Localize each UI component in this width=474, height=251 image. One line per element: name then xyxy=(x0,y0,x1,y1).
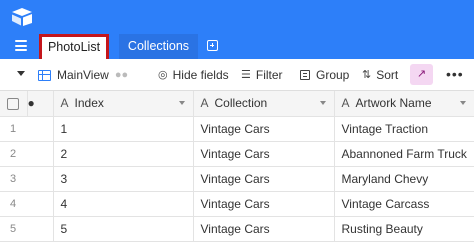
select-all-checkbox[interactable] xyxy=(7,98,19,111)
hamburger-menu-icon[interactable] xyxy=(15,40,27,51)
view-name-button[interactable]: MainView ●● xyxy=(38,59,128,91)
view-switcher-caret-icon[interactable] xyxy=(17,71,25,76)
artwork-name-cell[interactable]: Abannoned Farm Truck xyxy=(334,141,474,167)
artwork-name-cell[interactable]: Maryland Chevy xyxy=(334,166,474,192)
column-menu-chevron-icon[interactable] xyxy=(319,101,326,106)
table-tab-bar: PhotoList Collections xyxy=(0,33,474,62)
text-field-icon: A xyxy=(200,96,209,111)
table-row[interactable]: 4 4 Vintage Cars Vintage Carcass xyxy=(0,191,474,217)
top-app-bar xyxy=(0,0,474,33)
tab-collections[interactable]: Collections xyxy=(119,34,198,59)
column-menu-chevron-icon[interactable] xyxy=(459,101,466,106)
table-row[interactable]: 5 5 Vintage Cars Rusting Beauty xyxy=(0,216,474,242)
index-cell[interactable]: 3 xyxy=(53,166,194,192)
airtable-logo-icon[interactable] xyxy=(11,7,33,26)
artwork-name-cell[interactable]: Vintage Carcass xyxy=(334,191,474,217)
grid-view-icon xyxy=(38,69,51,81)
filter-icon: ☰ xyxy=(241,69,251,81)
column-menu-chevron-icon[interactable] xyxy=(178,101,185,106)
add-table-icon[interactable] xyxy=(207,40,218,51)
row-number: 1 xyxy=(0,116,54,142)
artwork-name-cell[interactable]: Rusting Beauty xyxy=(334,216,474,242)
sort-icon: ⇅ xyxy=(362,69,372,81)
sort-button[interactable]: ⇅ Sort xyxy=(362,59,398,91)
eye-slash-icon: ◎ xyxy=(158,69,168,81)
collection-cell[interactable]: Vintage Cars xyxy=(193,116,335,142)
text-field-icon: A xyxy=(60,96,69,111)
view-name-label: MainView xyxy=(57,68,109,82)
collection-cell[interactable]: Vintage Cars xyxy=(193,191,335,217)
header-row: ● A Index A Collection A Artwork Name xyxy=(0,91,474,117)
index-cell[interactable]: 4 xyxy=(53,191,194,217)
collection-cell[interactable]: Vintage Cars xyxy=(193,216,335,242)
lock-icon: ● xyxy=(27,91,54,117)
text-field-icon: A xyxy=(341,96,350,111)
column-header-collection[interactable]: A Collection xyxy=(193,91,335,117)
index-cell[interactable]: 2 xyxy=(53,141,194,167)
sort-label: Sort xyxy=(376,68,399,82)
share-arrow-icon: ↗ xyxy=(416,68,427,80)
hide-fields-button[interactable]: ◎ Hide fields xyxy=(158,59,229,91)
row-number: 3 xyxy=(0,166,54,192)
view-toolbar: MainView ●● ◎ Hide fields ☰ Filter Group… xyxy=(0,59,474,91)
table-row[interactable]: 3 3 Vintage Cars Maryland Chevy xyxy=(0,166,474,192)
index-cell[interactable]: 1 xyxy=(53,116,194,142)
row-number: 2 xyxy=(0,141,54,167)
group-icon xyxy=(300,70,310,80)
column-header-artwork-name[interactable]: A Artwork Name xyxy=(334,91,474,117)
artwork-name-cell[interactable]: Vintage Traction xyxy=(334,116,474,142)
collection-cell[interactable]: Vintage Cars xyxy=(193,141,335,167)
row-number: 4 xyxy=(0,191,54,217)
table-row[interactable]: 1 1 Vintage Cars Vintage Traction xyxy=(0,116,474,142)
group-label: Group xyxy=(316,68,350,82)
column-label: Index xyxy=(74,96,104,111)
row-number: 5 xyxy=(0,216,54,242)
hide-fields-label: Hide fields xyxy=(172,68,229,82)
table-row[interactable]: 2 2 Vintage Cars Abannoned Farm Truck xyxy=(0,141,474,167)
column-header-index[interactable]: A Index xyxy=(53,91,194,117)
index-cell[interactable]: 5 xyxy=(53,216,194,242)
select-all-cell[interactable] xyxy=(0,91,28,117)
group-button[interactable]: Group xyxy=(300,59,349,91)
filter-button[interactable]: ☰ Filter xyxy=(241,59,283,91)
collaborators-icon[interactable]: ●● xyxy=(115,59,128,91)
records-grid: ● A Index A Collection A Artwork Name 1 … xyxy=(0,91,474,242)
tab-collections-label: Collections xyxy=(127,39,190,53)
more-options-icon[interactable]: ••• xyxy=(446,59,464,89)
column-label: Collection xyxy=(214,96,268,111)
column-label: Artwork Name xyxy=(355,96,432,111)
collection-cell[interactable]: Vintage Cars xyxy=(193,166,335,192)
share-view-button[interactable]: ↗ xyxy=(410,64,433,85)
filter-label: Filter xyxy=(255,68,283,82)
tab-photolist[interactable]: PhotoList xyxy=(39,34,109,62)
tab-photolist-label: PhotoList xyxy=(47,40,101,54)
